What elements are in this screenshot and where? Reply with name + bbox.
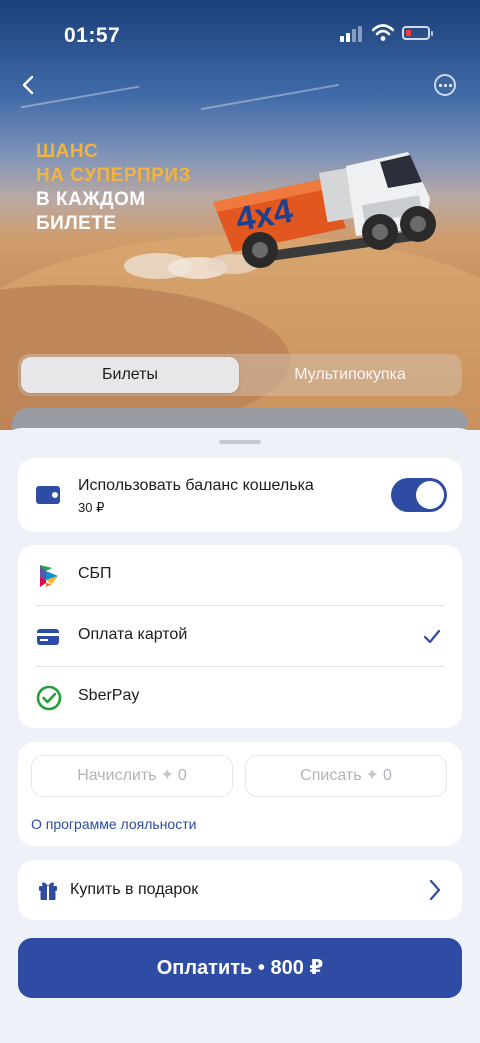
buy-as-gift-label: Купить в подарок: [70, 881, 199, 898]
credit-card-icon: [37, 629, 59, 645]
accrue-points-button[interactable]: Начислить ✦ 0: [31, 755, 233, 797]
buy-as-gift-row[interactable]: Купить в подарок: [18, 860, 462, 920]
sberpay-icon: [36, 685, 62, 711]
payment-method-label: Оплата картой: [78, 626, 188, 643]
spend-label: Списать: [300, 767, 362, 784]
chevron-right-icon: [429, 879, 441, 901]
payment-method-label: СБП: [78, 565, 112, 582]
cellular-signal-icon: [340, 26, 362, 42]
speed-streak: [200, 83, 340, 111]
truck-illustration: 4x4: [124, 152, 436, 279]
spend-value: 0: [382, 767, 392, 784]
sbp-icon: [40, 565, 58, 587]
pay-button[interactable]: Оплатить • 800 ₽: [18, 938, 462, 998]
loyalty-program-link[interactable]: О программе лояльности: [31, 816, 196, 832]
wifi-icon: [372, 24, 394, 41]
spend-points-button[interactable]: Списать ✦ 0: [245, 755, 447, 797]
loyalty-card: Начислить ✦ 0 Списать ✦ 0 О программе лояльн…: [18, 742, 462, 846]
payment-method-sbp[interactable]: СБП: [18, 545, 462, 606]
wallet-balance-amount: 30 ₽: [78, 500, 105, 515]
payment-methods-list: СБП Оплата картой SberPay: [18, 545, 462, 728]
wallet-balance-label: Использовать баланс кошелька: [78, 477, 314, 494]
accrue-value: 0: [177, 767, 187, 784]
star-icon: ✦: [160, 767, 174, 784]
sheet-grabber[interactable]: [219, 440, 261, 444]
status-time: 01:57: [64, 24, 121, 47]
status-bar: 01:57: [0, 0, 480, 70]
payment-method-card[interactable]: Оплата картой: [18, 606, 462, 667]
payment-sheet: Использовать баланс кошелька 30 ₽ СБП Оп…: [0, 428, 480, 1043]
accrue-label: Начислить: [77, 767, 157, 784]
more-options-icon[interactable]: [434, 74, 456, 96]
tab-multipurchase[interactable]: Мультипокупка: [241, 357, 459, 393]
purchase-mode-tabs: Билеты Мультипокупка: [18, 354, 462, 396]
wallet-icon: [36, 486, 60, 504]
tab-tickets[interactable]: Билеты: [21, 357, 239, 393]
payment-method-label: SberPay: [78, 687, 140, 704]
gift-icon: [39, 882, 57, 900]
payment-method-sberpay[interactable]: SberPay: [18, 667, 462, 728]
back-arrow-icon[interactable]: [18, 74, 40, 96]
checkmark-icon: [423, 629, 441, 644]
wallet-balance-card: Использовать баланс кошелька 30 ₽: [18, 458, 462, 532]
star-icon: ✦: [365, 767, 379, 784]
wallet-balance-toggle[interactable]: [391, 478, 447, 512]
battery-icon: [402, 26, 433, 40]
